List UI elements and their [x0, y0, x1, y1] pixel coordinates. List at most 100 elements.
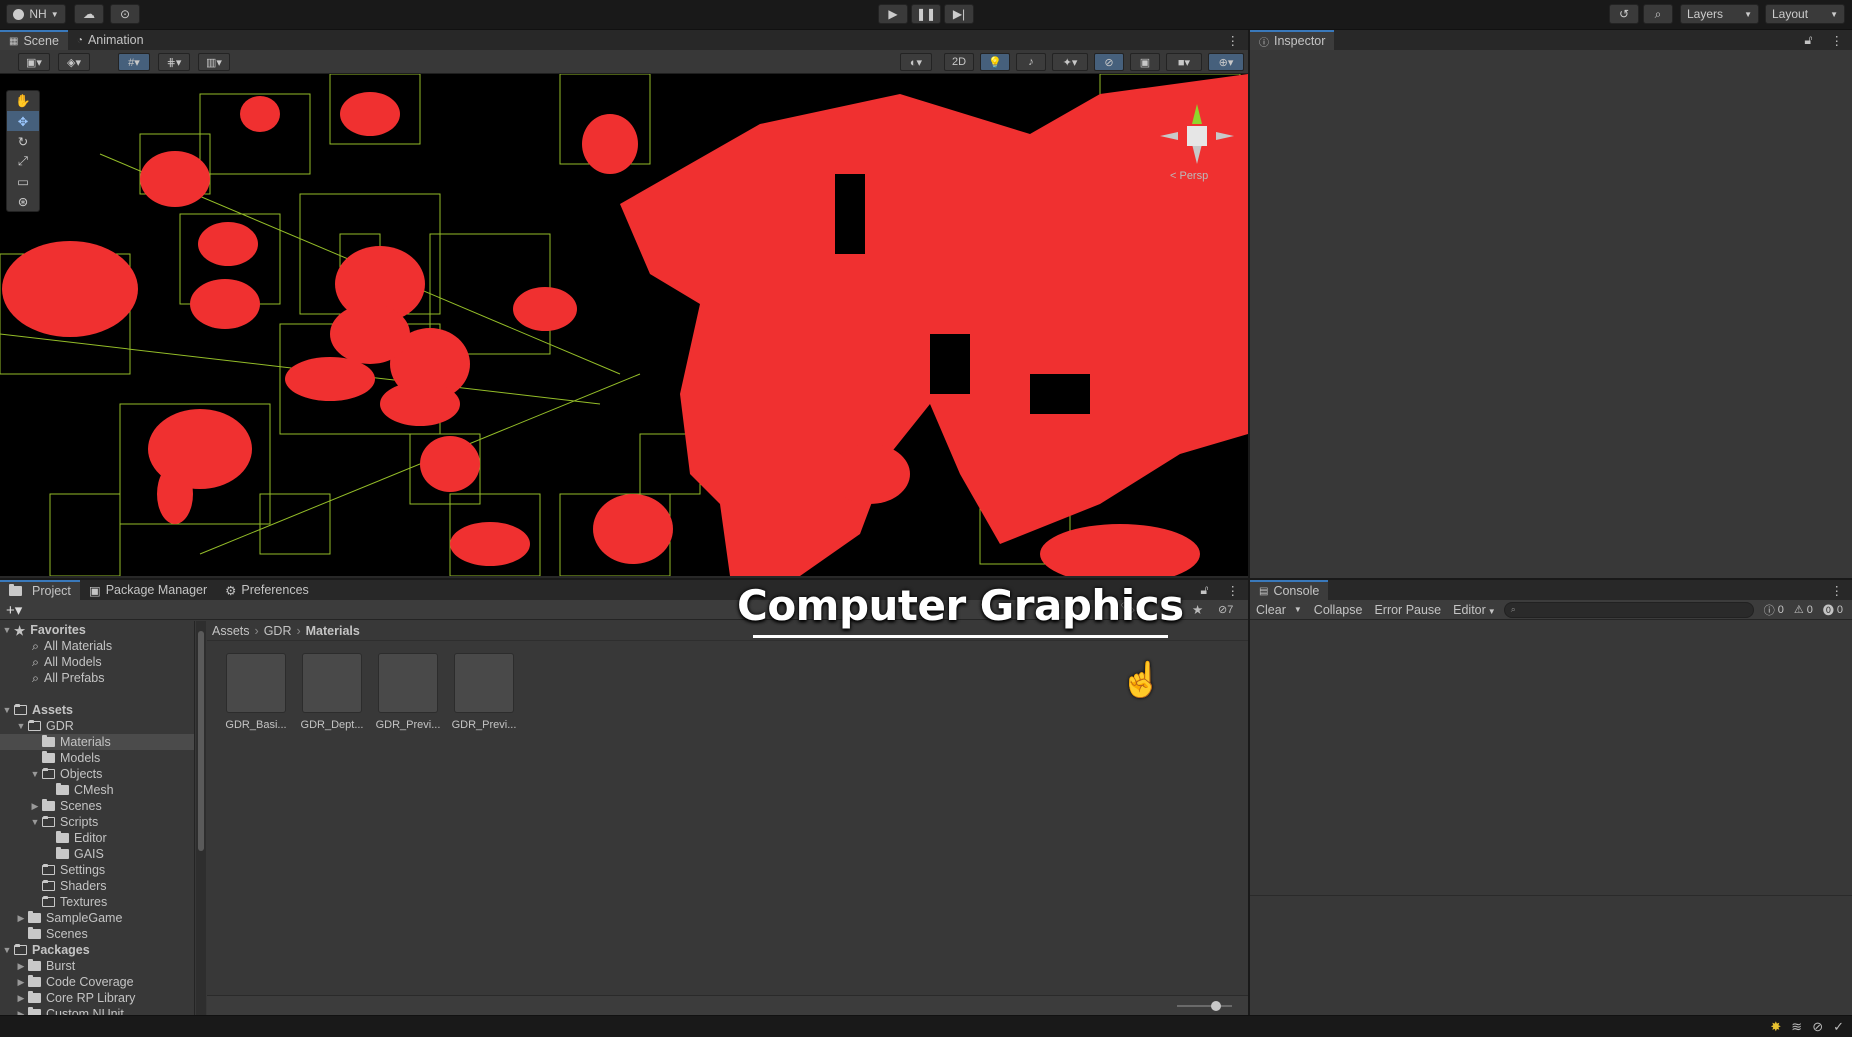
create-button[interactable]: +▾	[6, 601, 22, 619]
rotate-tool[interactable]: ↻	[7, 131, 39, 151]
console-more-menu[interactable]: ⋮	[1822, 580, 1852, 600]
inspector-more-menu[interactable]: ⋮	[1822, 30, 1852, 50]
camera-settings-button[interactable]: ■▾	[1166, 53, 1202, 71]
error-pause-button[interactable]: Error Pause	[1370, 603, 1445, 617]
favorites-header[interactable]: ▼ ★ Favorites	[0, 622, 194, 638]
error-count-toggle[interactable]: ⓿0	[1823, 602, 1843, 618]
folder-icon	[56, 831, 69, 843]
zoom-slider[interactable]	[1177, 1005, 1232, 1007]
breadcrumb-materials[interactable]: Materials	[306, 624, 360, 638]
tree-item-cmesh[interactable]: CMesh	[0, 782, 194, 798]
tab-project[interactable]: Project	[0, 580, 80, 600]
asset-tile[interactable]: GDR_Basi...	[224, 653, 288, 733]
package-burst[interactable]: ▶ Burst	[0, 958, 194, 974]
package-custom-nunit[interactable]: ▶ Custom NUnit	[0, 1006, 194, 1015]
asset-tile[interactable]: GDR_Dept...	[300, 653, 364, 733]
layers-stack-icon[interactable]: ≋	[1791, 1019, 1802, 1035]
packages-header[interactable]: ▼ Packages	[0, 942, 194, 958]
hidden-objects-toggle[interactable]: ⊘	[1094, 53, 1124, 71]
tree-item-samplegame[interactable]: ▶ SampleGame	[0, 910, 194, 926]
package-core-rp-library[interactable]: ▶ Core RP Library	[0, 990, 194, 1006]
scene-more-menu[interactable]: ⋮	[1218, 30, 1249, 50]
tree-item-editor[interactable]: Editor	[0, 830, 194, 846]
favorite-all-materials[interactable]: ⌕ All Materials	[0, 638, 194, 654]
search-button[interactable]: ⌕	[1643, 4, 1673, 24]
layers-dropdown[interactable]: Layers ▼	[1680, 4, 1759, 24]
hand-tool[interactable]: ✋	[7, 91, 39, 111]
inspector-lock-button[interactable]: 🔓︎	[1795, 30, 1821, 50]
play-button[interactable]: ▶	[878, 4, 908, 24]
shading-button[interactable]: ◈▾	[58, 53, 90, 71]
tab-console[interactable]: ▤ Console	[1250, 580, 1329, 600]
pause-button[interactable]: ❚❚	[911, 4, 941, 24]
tab-inspector[interactable]: ⓘ Inspector	[1250, 30, 1335, 50]
zoom-slider-thumb[interactable]	[1211, 1001, 1221, 1011]
camera-button[interactable]: ▣	[1130, 53, 1160, 71]
scale-tool[interactable]: ⤢	[7, 151, 39, 171]
effects-button[interactable]: ✦▾	[1052, 53, 1088, 71]
move-tool[interactable]: ✥	[7, 111, 39, 131]
projection-label[interactable]: < Persp	[1170, 170, 1208, 182]
tab-package-manager[interactable]: ▣ Package Manager	[80, 580, 216, 600]
project-lock-button[interactable]: 🔓︎	[1191, 580, 1217, 600]
tree-item-gdr[interactable]: ▼ GDR	[0, 718, 194, 734]
gizmos-button[interactable]: ⊕▾	[1208, 53, 1244, 71]
transform-tool[interactable]: ⊛	[7, 191, 39, 211]
asset-tile[interactable]: GDR_Previ...	[452, 653, 516, 733]
tab-scene[interactable]: ▦ Scene	[0, 30, 68, 50]
tab-preferences[interactable]: ⚙ Preferences	[216, 580, 318, 600]
editor-dropdown[interactable]: Editor ▼	[1449, 603, 1500, 617]
scene-viewport[interactable]: < Persp ✋ ✥ ↻ ⤢ ▭ ⊛	[0, 74, 1248, 576]
package-code-coverage[interactable]: ▶ Code Coverage	[0, 974, 194, 990]
project-more-menu[interactable]: ⋮	[1218, 580, 1249, 600]
rect-tool[interactable]: ▭	[7, 171, 39, 191]
lighting-toggle-button[interactable]: 💡	[980, 53, 1010, 71]
asset-tile[interactable]: GDR_Previ...	[376, 653, 440, 733]
console-search-input[interactable]: ⌕	[1503, 601, 1754, 618]
tools-palette: ✋ ✥ ↻ ⤢ ▭ ⊛	[6, 90, 40, 212]
favorite-all-prefabs[interactable]: ⌕ All Prefabs	[0, 670, 194, 686]
tree-item-models[interactable]: Models	[0, 750, 194, 766]
toggle-2d-button[interactable]: 2D	[944, 53, 974, 71]
render-mode-button[interactable]: ◐▾	[900, 53, 932, 71]
cloud-icon: ☁	[83, 7, 95, 21]
tree-item-settings[interactable]: Settings	[0, 862, 194, 878]
collab-button[interactable]: ⊙	[110, 4, 140, 24]
favorite-filter-button[interactable]: ★	[1192, 602, 1203, 617]
log-count-toggle[interactable]: ⓘ 0	[1764, 602, 1784, 618]
cloud-button[interactable]: ☁	[74, 4, 104, 24]
tree-item-materials[interactable]: Materials	[0, 734, 194, 750]
account-button[interactable]: NH ▼	[6, 4, 66, 24]
increment-snap-button[interactable]: ▥▾	[198, 53, 230, 71]
tree-scrollbar[interactable]	[196, 621, 206, 1015]
warning-count-toggle[interactable]: ⚠ 0	[1794, 603, 1813, 617]
check-circle-icon[interactable]: ✓	[1833, 1019, 1844, 1035]
collapse-button[interactable]: Collapse	[1310, 603, 1367, 617]
grid-toggle-button[interactable]: #▾	[118, 53, 150, 71]
scrollbar-thumb[interactable]	[198, 631, 204, 851]
breadcrumb-assets[interactable]: Assets	[212, 624, 250, 638]
tree-item-scripts[interactable]: ▼ Scripts	[0, 814, 194, 830]
cache-icon[interactable]: ⊘	[1812, 1019, 1823, 1035]
tree-item-textures[interactable]: Textures	[0, 894, 194, 910]
audio-toggle-button[interactable]: ♪	[1016, 53, 1046, 71]
layout-dropdown[interactable]: Layout ▼	[1765, 4, 1845, 24]
tree-item-root-scenes[interactable]: Scenes	[0, 926, 194, 942]
tab-animation[interactable]: ◔ Animation	[68, 30, 153, 50]
breadcrumb-gdr[interactable]: GDR	[264, 624, 292, 638]
tree-item-scenes[interactable]: ▶ Scenes	[0, 798, 194, 814]
bug-icon[interactable]: ✸	[1770, 1019, 1781, 1035]
snap-button[interactable]: ⋕▾	[158, 53, 190, 71]
clear-button[interactable]: Clear	[1252, 603, 1290, 617]
step-button[interactable]: ▶|	[944, 4, 974, 24]
assets-header[interactable]: ▼ Assets	[0, 702, 194, 718]
tree-item-objects[interactable]: ▼ Objects	[0, 766, 194, 782]
console-divider[interactable]	[1250, 895, 1852, 896]
tree-item-gais[interactable]: GAIS	[0, 846, 194, 862]
tree-item-shaders[interactable]: Shaders	[0, 878, 194, 894]
hidden-packages-toggle[interactable]: ⊘ 7	[1218, 603, 1233, 617]
history-button[interactable]: ↺	[1609, 4, 1639, 24]
favorite-all-models[interactable]: ⌕ All Models	[0, 654, 194, 670]
draw-mode-button[interactable]: ▣▾	[18, 53, 50, 71]
search-icon: ⌕	[32, 670, 40, 685]
